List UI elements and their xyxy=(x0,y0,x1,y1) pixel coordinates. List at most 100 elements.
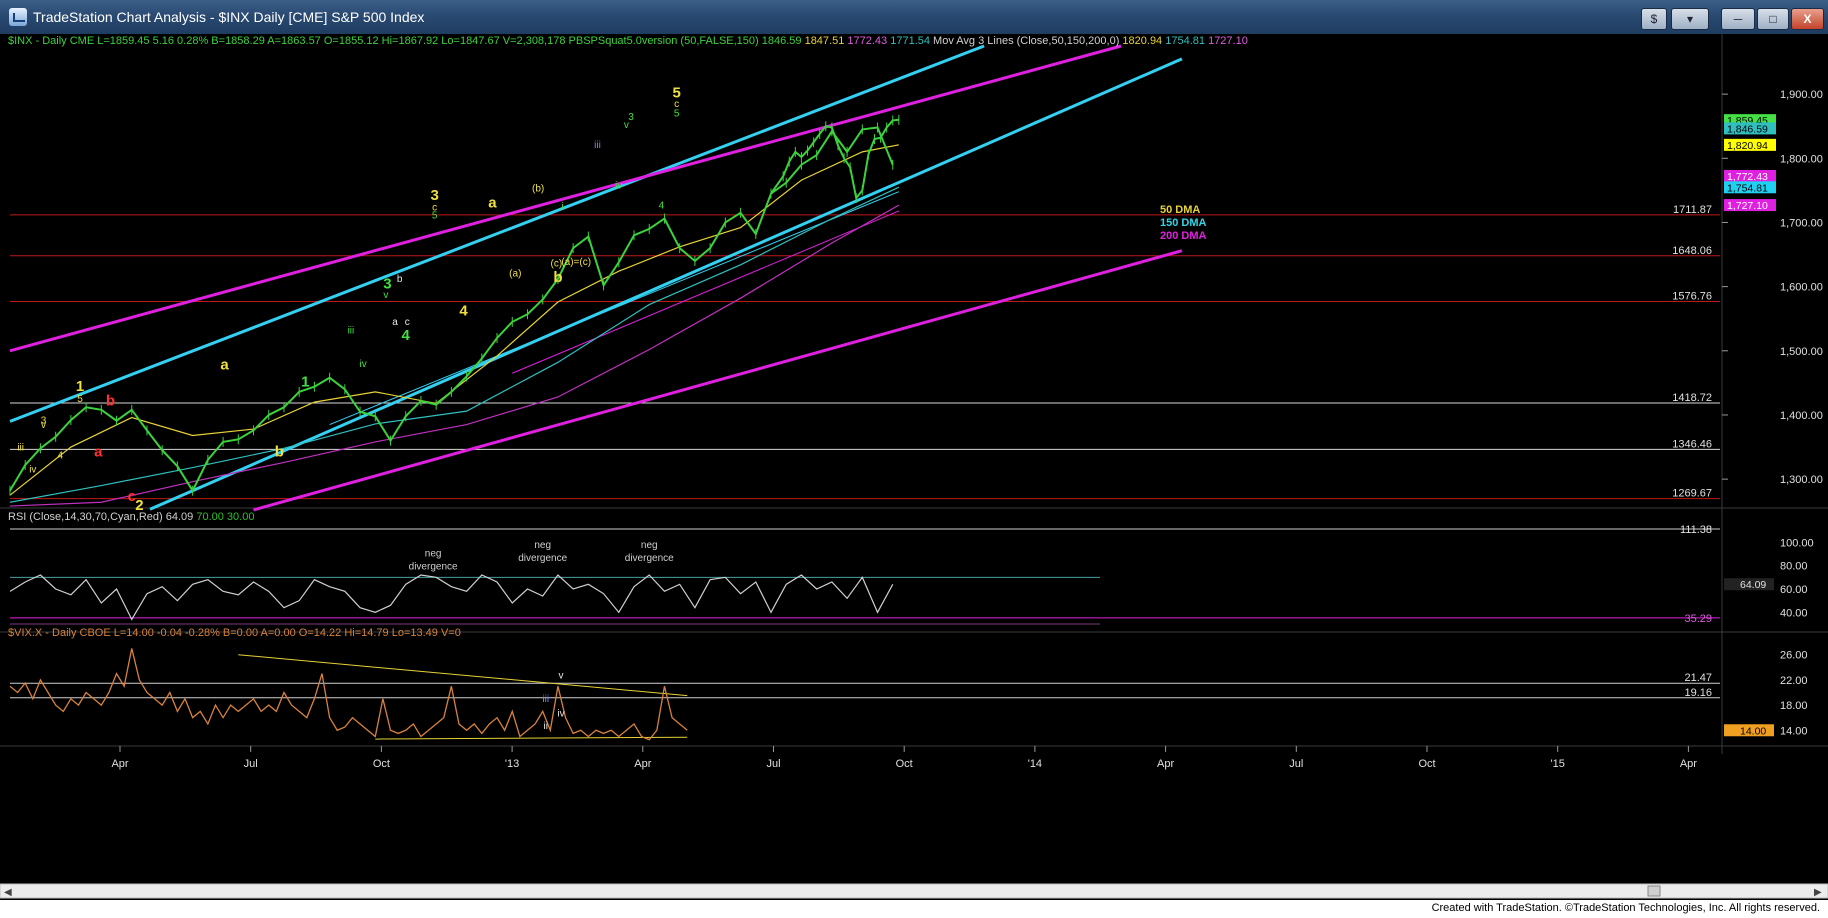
chart-background xyxy=(0,34,1828,900)
x-tick-label: '14 xyxy=(1028,758,1042,770)
wave-label: 4 xyxy=(57,451,63,462)
minimize-icon: ─ xyxy=(1733,12,1743,26)
scrollbar-track[interactable] xyxy=(0,883,1828,899)
y-tick-label: 1,700.00 xyxy=(1780,217,1823,229)
wave-label: v xyxy=(383,290,388,301)
window-title: TradeStation Chart Analysis - $INX Daily… xyxy=(33,9,425,25)
y-tick-label: 1,500.00 xyxy=(1780,346,1823,358)
price-header: $INX - Daily CME L=1859.45 5.16 0.28% B=… xyxy=(8,35,1248,47)
rsi-tick-label: 100.00 xyxy=(1780,537,1814,549)
minimize-button[interactable]: ─ xyxy=(1721,8,1755,30)
dollar-menu-button[interactable]: $ xyxy=(1641,8,1667,30)
divergence-annotation: neg xyxy=(534,540,551,551)
wave-label: b xyxy=(106,392,115,409)
toggle-menu-button[interactable]: ▾ xyxy=(1671,8,1709,30)
rsi-header-item: 64.09 xyxy=(163,511,194,523)
y-tick-label: 1,900.00 xyxy=(1780,89,1823,101)
price-header-item: 1772.43 xyxy=(844,35,887,47)
wave-label: a xyxy=(392,317,398,328)
price-tag-label: 1,754.81 xyxy=(1727,182,1768,194)
wave-label: iii xyxy=(348,325,355,336)
rsi-header: RSI (Close,14,30,70,Cyan,Red) 64.09 70.0… xyxy=(8,511,254,523)
x-tick-label: Apr xyxy=(634,758,651,770)
price-header-item: 1820.94 xyxy=(1119,35,1162,47)
status-footer: Created with TradeStation. ©TradeStation… xyxy=(0,900,1828,918)
wave-label: 3 xyxy=(628,112,634,123)
wave-label: 5 xyxy=(674,109,680,120)
wave-label: b xyxy=(553,269,562,286)
price-header-item: 1847.51 xyxy=(802,35,845,47)
y-tick-label: 1,300.00 xyxy=(1780,474,1823,486)
scrollbar-thumb[interactable] xyxy=(1647,885,1661,897)
wave-label: a xyxy=(220,356,229,373)
rsi-value-tag: 64.09 xyxy=(1740,579,1766,591)
vix-wave-label: iii xyxy=(542,694,549,705)
rsi-header-item: RSI (Close,14,30,70,Cyan,Red) xyxy=(8,511,163,523)
price-header-item: 1771.54 xyxy=(887,35,930,47)
wave-label: iv xyxy=(615,180,622,191)
wave-label: iii xyxy=(17,442,24,453)
maximize-icon: □ xyxy=(1769,12,1777,26)
y-tick-label: 1,800.00 xyxy=(1780,153,1823,165)
wave-label: 3 xyxy=(41,415,47,426)
x-tick-label: Oct xyxy=(373,758,390,770)
close-icon: X xyxy=(1803,12,1812,26)
vix-tick-label: 14.00 xyxy=(1780,725,1808,737)
x-tick-label: Jul xyxy=(244,758,258,770)
rsi-level-label: 35.29 xyxy=(1684,613,1712,625)
wave-label: iii xyxy=(594,140,601,151)
vix-level-label: 19.16 xyxy=(1684,687,1712,699)
x-tick-label: '15 xyxy=(1551,758,1565,770)
wave-label: a xyxy=(94,444,103,461)
x-tick-label: Jul xyxy=(1289,758,1303,770)
vix-tick-label: 22.00 xyxy=(1780,675,1808,687)
x-tick-label: '13 xyxy=(505,758,519,770)
horizontal-scrollbar[interactable]: ◀ ▶ xyxy=(0,883,1828,899)
wave-label: b xyxy=(275,444,284,461)
wave-label: 5 xyxy=(432,211,438,222)
divergence-annotation: neg xyxy=(641,540,658,551)
ma-legend-label: 150 DMA xyxy=(1160,217,1207,229)
vix-header-item: $VIX.X - Daily CBOE L=14.00 -0.04 -0.28%… xyxy=(8,627,461,639)
wave-label: 1 xyxy=(76,378,84,395)
chart-area[interactable]: 1711.87 1648.06 1576.76 1418.72 1346.46 1269.… xyxy=(0,34,1828,900)
wave-label: 4 xyxy=(459,303,468,320)
wave-label: iv xyxy=(29,465,36,476)
vix-tick-label: 18.00 xyxy=(1780,700,1808,712)
y-tick-label: 1,400.00 xyxy=(1780,410,1823,422)
price-header-item: 1727.10 xyxy=(1205,35,1248,47)
vix-tick-label: 26.00 xyxy=(1780,650,1808,662)
vix-wave-label: v xyxy=(558,671,563,682)
level-label: 1346.46 xyxy=(1672,438,1712,450)
rsi-tick-label: 80.00 xyxy=(1780,561,1808,573)
price-tag-label: 1,772.43 xyxy=(1727,171,1768,183)
title-bar: TradeStation Chart Analysis - $INX Daily… xyxy=(0,0,1828,35)
vix-wave-label: ii xyxy=(544,721,548,732)
wave-label: (a) xyxy=(509,268,521,279)
wave-label: (a)=(c) xyxy=(561,257,591,268)
divergence-annotation: neg xyxy=(425,548,442,559)
scroll-right-icon[interactable]: ▶ xyxy=(1814,887,1822,898)
scroll-left-icon[interactable]: ◀ xyxy=(4,887,12,898)
rsi-level-label: 111.38 xyxy=(1680,524,1712,536)
copyright-text: Created with TradeStation. ©TradeStation… xyxy=(1431,902,1820,914)
rsi-header-item: 70.00 xyxy=(193,511,224,523)
wave-label: a xyxy=(488,195,497,212)
price-header-item: Mov Avg 3 Lines (Close,50,150,200,0) xyxy=(930,35,1119,47)
wave-label: 5 xyxy=(77,394,83,405)
close-button[interactable]: X xyxy=(1791,8,1824,30)
wave-label: 1 xyxy=(301,374,309,391)
level-label: 1711.87 xyxy=(1673,204,1712,216)
level-label: 1418.72 xyxy=(1672,392,1712,404)
divergence-annotation: divergence xyxy=(518,553,567,564)
vix-level-label: 21.47 xyxy=(1684,672,1712,684)
vix-value-tag: 14.00 xyxy=(1740,725,1766,737)
vix-header: $VIX.X - Daily CBOE L=14.00 -0.04 -0.28%… xyxy=(8,627,461,639)
wave-label: b xyxy=(397,274,403,285)
rsi-tick-label: 60.00 xyxy=(1780,584,1808,596)
maximize-button[interactable]: □ xyxy=(1757,8,1789,30)
x-tick-label: Oct xyxy=(1418,758,1435,770)
divergence-annotation: divergence xyxy=(625,553,674,564)
x-tick-label: Apr xyxy=(111,758,128,770)
dollar-label: $ xyxy=(1650,12,1658,26)
